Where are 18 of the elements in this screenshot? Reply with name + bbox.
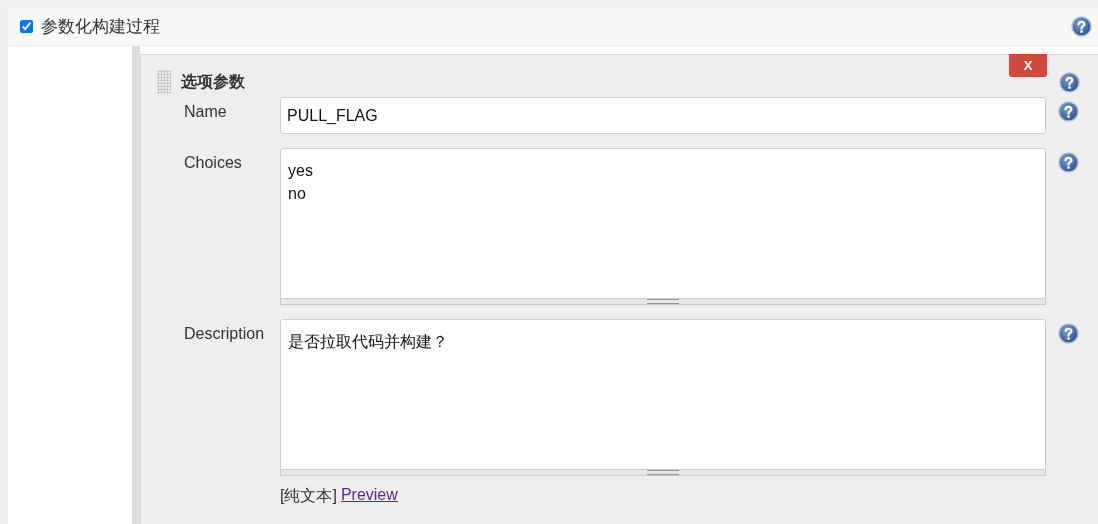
field-label: Name [183, 102, 228, 121]
help-icon[interactable] [1058, 152, 1079, 173]
text-area[interactable]: yes no [280, 148, 1046, 299]
input-field[interactable]: PULL_FLAG [280, 97, 1046, 134]
help-icon[interactable] [1058, 323, 1079, 344]
help-icon[interactable] [1058, 101, 1079, 122]
help-icon[interactable] [1071, 16, 1092, 37]
field-label: Description [183, 324, 266, 343]
preview-link[interactable]: Preview [340, 486, 398, 507]
checkbox[interactable] [20, 20, 33, 33]
section-title: 参数化构建过程 [41, 16, 161, 38]
drag-handle[interactable] [157, 70, 171, 94]
help-icon[interactable] [1059, 71, 1080, 93]
format-label: [纯文本] [280, 486, 337, 506]
delete-button[interactable]: X [1009, 54, 1047, 77]
text-area[interactable]: 是否拉取代码并构建？ [280, 319, 1046, 470]
field-label: Choices [183, 153, 243, 172]
parameter-title: 选项参数 [181, 71, 246, 92]
